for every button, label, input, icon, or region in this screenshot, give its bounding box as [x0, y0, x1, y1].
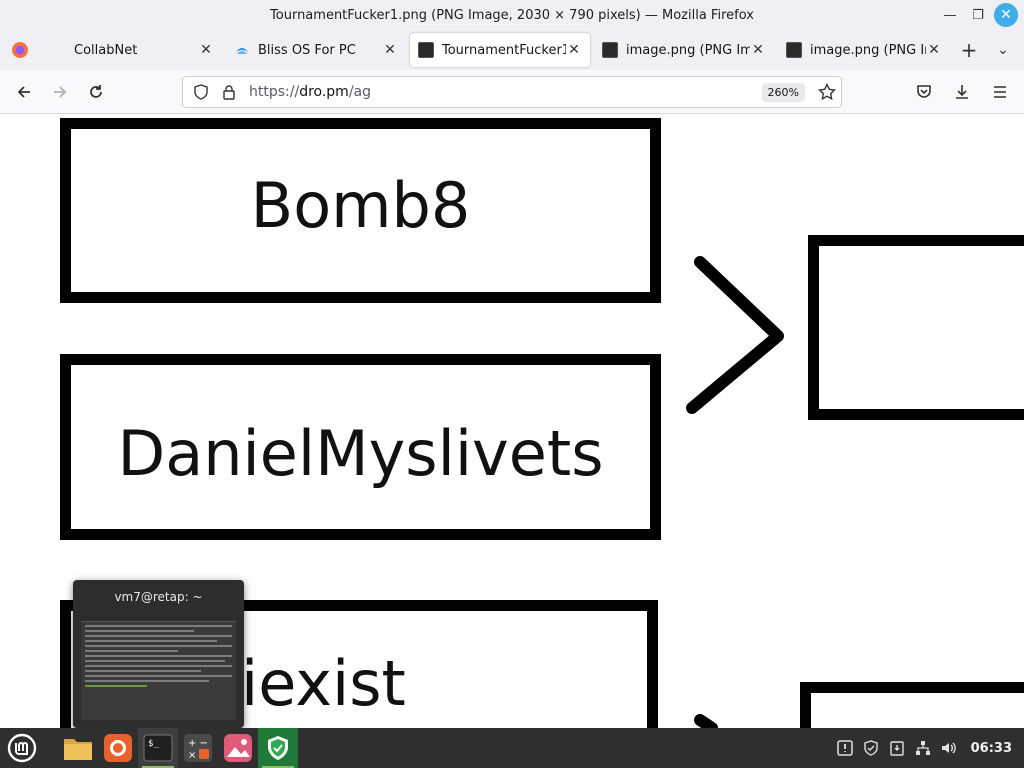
mint-menu-icon[interactable]: [0, 728, 44, 768]
bracket-slot-2: DanielMyslivets: [60, 354, 661, 540]
bracket-slot-result-2: [800, 682, 1024, 728]
files-folder-icon[interactable]: [58, 728, 98, 768]
shield-icon[interactable]: [187, 84, 215, 100]
tab-label: CollabNet: [74, 42, 138, 58]
back-button[interactable]: [6, 76, 42, 108]
tab-close-icon[interactable]: ✕: [198, 42, 214, 58]
minimize-button[interactable]: —: [938, 3, 962, 27]
reload-icon: [90, 84, 102, 98]
system-tray: 06:33: [835, 728, 1024, 768]
window-title: TournamentFucker1.png (PNG Image, 2030 ×…: [270, 7, 754, 23]
forward-button[interactable]: [42, 76, 78, 108]
url-path: /ag: [348, 84, 372, 100]
arrow-right-icon: [54, 85, 67, 98]
firefox-view-icon[interactable]: [0, 30, 40, 70]
bracket-name: iexist: [241, 647, 406, 720]
svg-text:+ −: + −: [188, 738, 208, 749]
navigation-toolbar: https://dro.pm/ag 260%: [0, 70, 1024, 114]
new-tab-button[interactable]: +: [952, 38, 986, 62]
url-bar[interactable]: https://dro.pm/ag 260%: [182, 76, 842, 108]
image-thumbnail-icon: [602, 42, 618, 58]
reload-button[interactable]: [78, 76, 114, 108]
tab-close-icon[interactable]: ✕: [926, 42, 942, 58]
window-controls: — ❐ ✕: [938, 3, 1018, 27]
bliss-icon: [234, 42, 250, 58]
preview-title: vm7@retap: ~: [114, 590, 203, 604]
lock-icon[interactable]: [215, 84, 243, 100]
tab-label: image.png (PNG Ima: [626, 42, 750, 58]
bracket-name: DanielMyslivets: [117, 417, 604, 490]
tab-close-icon[interactable]: ✕: [382, 42, 398, 58]
tab-close-icon[interactable]: ✕: [750, 42, 766, 58]
mintupdate-shield-icon[interactable]: [258, 728, 298, 768]
toolbar-right: [906, 76, 1018, 108]
tab-close-icon[interactable]: ✕: [566, 42, 582, 58]
tab-label: TournamentFucker1: [442, 42, 566, 58]
tab-bliss-os[interactable]: Bliss OS For PC ✕: [226, 33, 406, 67]
blank-page-icon: [50, 42, 66, 58]
list-all-tabs-button[interactable]: ⌄: [986, 42, 1020, 58]
bracket-slot-result-1: [808, 235, 1024, 420]
pocket-icon[interactable]: [906, 76, 942, 108]
menu-icon[interactable]: [982, 76, 1018, 108]
url-prefix: https://: [249, 84, 300, 100]
volume-icon[interactable]: [939, 738, 959, 758]
maximize-button[interactable]: ❐: [966, 3, 990, 27]
network-icon[interactable]: [913, 738, 933, 758]
tab-label: image.png (PNG Ima: [810, 42, 926, 58]
image-thumbnail-icon: [418, 42, 434, 58]
url-text[interactable]: https://dro.pm/ag: [249, 84, 762, 100]
window-titlebar: TournamentFucker1.png (PNG Image, 2030 ×…: [0, 0, 1024, 30]
close-button[interactable]: ✕: [994, 3, 1018, 27]
bracket-slot-1: Bomb8: [60, 118, 661, 303]
notifications-icon[interactable]: [835, 738, 855, 758]
image-thumbnail-icon: [786, 42, 802, 58]
tab-image-png-2[interactable]: image.png (PNG Ima ✕: [778, 33, 950, 67]
tab-label: Bliss OS For PC: [258, 42, 356, 58]
update-shield-icon[interactable]: [861, 738, 881, 758]
calculator-icon[interactable]: + − ×: [178, 728, 218, 768]
bracket-name: Bomb8: [250, 169, 471, 242]
clock[interactable]: 06:33: [971, 741, 1012, 756]
downloads-icon[interactable]: [944, 76, 980, 108]
bookmark-star-icon[interactable]: [813, 83, 841, 101]
image-viewer-icon[interactable]: [218, 728, 258, 768]
tab-tournament-image[interactable]: TournamentFucker1 ✕: [410, 33, 590, 67]
window-preview-popup[interactable]: vm7@retap: ~: [73, 580, 244, 728]
zoom-level-button[interactable]: 260%: [761, 82, 805, 102]
svg-text:×: ×: [188, 750, 196, 761]
arrow-left-icon: [17, 85, 30, 98]
url-host: dro.pm: [299, 84, 349, 100]
svg-text:$_: $_: [148, 739, 159, 749]
tab-strip: CollabNet ✕ Bliss OS For PC ✕ Tournament…: [0, 30, 1024, 70]
terminal-icon[interactable]: $_: [138, 728, 178, 768]
taskbar: $_ + − × 06:33: [0, 728, 1024, 768]
tab-image-png-1[interactable]: image.png (PNG Ima ✕: [594, 33, 774, 67]
clipboard-icon[interactable]: [887, 738, 907, 758]
firefox-icon[interactable]: [98, 728, 138, 768]
terminal-thumbnail[interactable]: [81, 614, 236, 720]
tab-collabnet[interactable]: CollabNet ✕: [42, 33, 222, 67]
